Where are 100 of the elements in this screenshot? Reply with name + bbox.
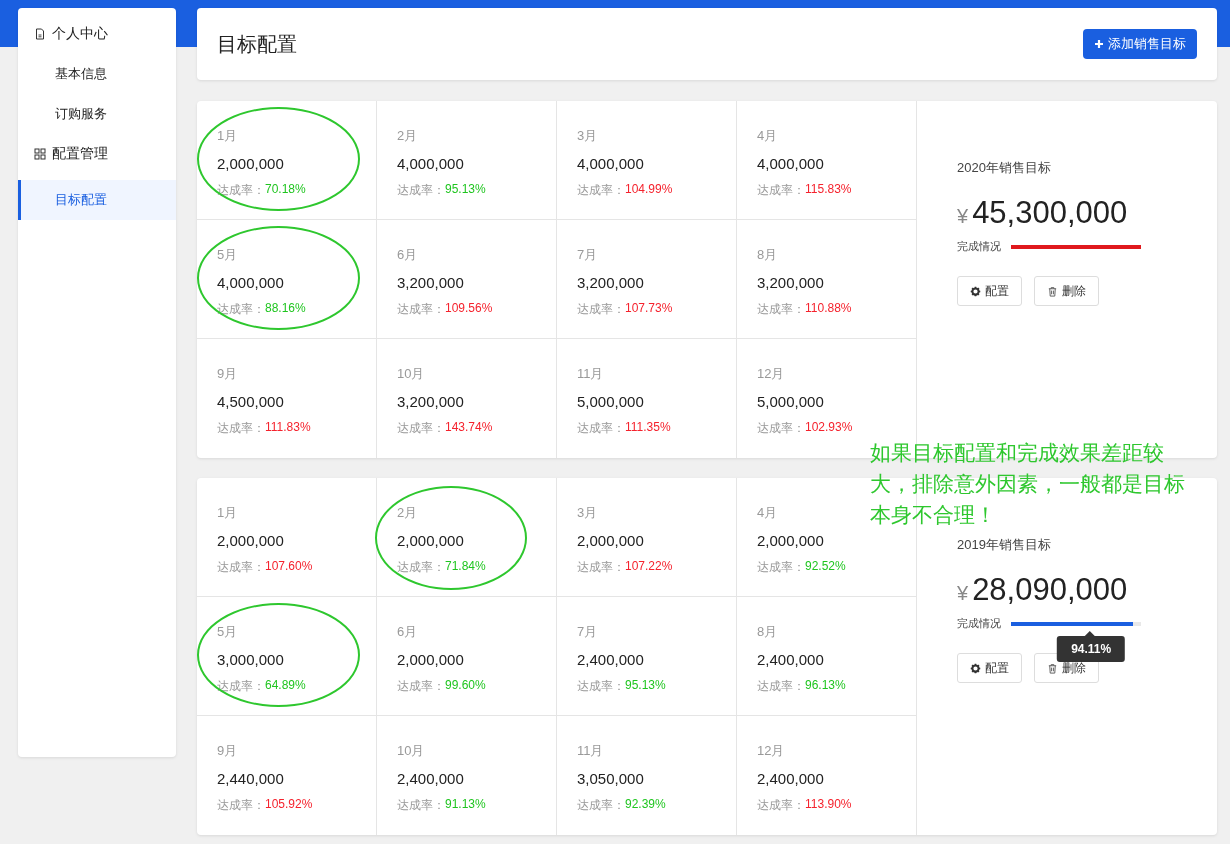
rate-label: 达成率：	[217, 797, 265, 814]
month-amount: 3,200,000	[577, 274, 644, 291]
rate-value: 70.18%	[265, 182, 306, 198]
gear-icon	[970, 662, 981, 674]
month-label: 11月	[577, 742, 604, 760]
month-label: 1月	[217, 127, 238, 145]
year-target-title: 2020年销售目标	[957, 159, 1052, 177]
config-button[interactable]: 配置	[957, 653, 1022, 683]
rate-value: 96.13%	[805, 678, 846, 694]
month-label: 2月	[397, 504, 418, 522]
rate-label: 达成率：	[577, 182, 625, 199]
month-amount: 4,500,000	[217, 393, 284, 410]
rate-value: 91.13%	[445, 797, 486, 813]
rate-value: 88.16%	[265, 301, 306, 317]
month-label: 2月	[397, 127, 418, 145]
rate-value: 71.84%	[445, 559, 486, 575]
delete-button[interactable]: 删除	[1034, 276, 1099, 306]
menu-group-label[interactable]: 配置管理	[52, 145, 108, 163]
rate-label: 达成率：	[757, 678, 805, 695]
month-amount: 4,000,000	[577, 155, 644, 172]
month-label: 10月	[397, 742, 425, 760]
plus-icon	[1094, 39, 1104, 49]
month-amount: 2,400,000	[757, 770, 824, 787]
rate-value: 109.56%	[445, 301, 493, 317]
rate-label: 达成率：	[577, 797, 625, 814]
month-amount: 5,000,000	[757, 393, 824, 410]
month-amount: 2,400,000	[397, 770, 464, 787]
rate-label: 达成率：	[217, 420, 265, 437]
rate-label: 达成率：	[397, 420, 445, 437]
month-label: 12月	[757, 742, 785, 760]
rate-value: 111.83%	[265, 420, 311, 436]
rate-value: 105.92%	[265, 797, 313, 813]
progress-label: 完成情况	[957, 616, 1001, 631]
trash-icon	[1047, 285, 1058, 297]
rate-label: 达成率：	[577, 420, 625, 437]
rate-value: 107.60%	[265, 559, 313, 575]
rate-label: 达成率：	[397, 678, 445, 695]
page-title: 目标配置	[217, 31, 297, 57]
rate-value: 102.93%	[805, 420, 853, 436]
month-amount: 4,000,000	[757, 155, 824, 172]
month-label: 10月	[397, 365, 425, 383]
month-label: 5月	[217, 246, 238, 264]
month-label: 4月	[757, 504, 778, 522]
menu-item[interactable]: 目标配置	[18, 180, 176, 220]
add-target-button[interactable]: 添加销售目标	[1083, 29, 1197, 59]
annotation-note: 如果目标配置和完成效果差距较大，排除意外因素，一般都是目标本身不合理！	[870, 440, 1186, 528]
month-amount: 3,200,000	[757, 274, 824, 291]
month-amount: 3,050,000	[577, 770, 644, 787]
month-amount: 3,200,000	[397, 393, 464, 410]
month-amount: 2,000,000	[577, 532, 644, 549]
month-amount: 2,400,000	[577, 651, 644, 668]
month-amount: 2,000,000	[217, 155, 284, 172]
month-label: 4月	[757, 127, 778, 145]
month-label: 8月	[757, 246, 778, 264]
rate-label: 达成率：	[757, 182, 805, 199]
progress-label: 完成情况	[957, 239, 1001, 254]
rate-label: 达成率：	[397, 182, 445, 199]
rate-label: 达成率：	[397, 559, 445, 576]
month-label: 6月	[397, 246, 418, 264]
rate-label: 达成率：	[397, 301, 445, 318]
rate-value: 92.39%	[625, 797, 666, 813]
target-total: 28,090,000	[972, 572, 1128, 608]
rate-label: 达成率：	[397, 797, 445, 814]
rate-value: 111.35%	[625, 420, 671, 436]
year-target-title: 2019年销售目标	[957, 536, 1052, 554]
rate-value: 115.83%	[805, 182, 852, 198]
rate-label: 达成率：	[757, 420, 805, 437]
trash-icon	[1047, 662, 1058, 674]
menu-item[interactable]: 订购服务	[18, 94, 176, 134]
rate-value: 99.60%	[445, 678, 486, 694]
rate-label: 达成率：	[757, 797, 805, 814]
grid-icon	[34, 148, 46, 160]
month-label: 3月	[577, 504, 598, 522]
month-amount: 2,000,000	[397, 532, 464, 549]
month-label: 7月	[577, 246, 598, 264]
month-label: 6月	[397, 623, 418, 641]
config-button[interactable]: 配置	[957, 276, 1022, 306]
month-amount: 2,000,000	[397, 651, 464, 668]
rate-value: 113.90%	[805, 797, 852, 813]
rate-label: 达成率：	[757, 301, 805, 318]
month-amount: 4,000,000	[397, 155, 464, 172]
rate-label: 达成率：	[577, 301, 625, 318]
rate-value: 92.52%	[805, 559, 846, 575]
rate-value: 110.88%	[805, 301, 852, 317]
month-amount: 3,200,000	[397, 274, 464, 291]
month-amount: 3,000,000	[217, 651, 284, 668]
menu-group-label[interactable]: 个人中心	[52, 25, 108, 43]
rate-label: 达成率：	[217, 559, 265, 576]
rate-label: 达成率：	[577, 559, 625, 576]
menu-item[interactable]: 基本信息	[18, 54, 176, 94]
month-amount: 4,000,000	[217, 274, 284, 291]
month-amount: 2,000,000	[757, 532, 824, 549]
month-label: 7月	[577, 623, 598, 641]
month-label: 11月	[577, 365, 604, 383]
month-label: 5月	[217, 623, 238, 641]
month-label: 9月	[217, 365, 238, 383]
rate-value: 107.22%	[625, 559, 673, 575]
month-label: 3月	[577, 127, 598, 145]
month-label: 8月	[757, 623, 778, 641]
rate-value: 95.13%	[625, 678, 666, 694]
